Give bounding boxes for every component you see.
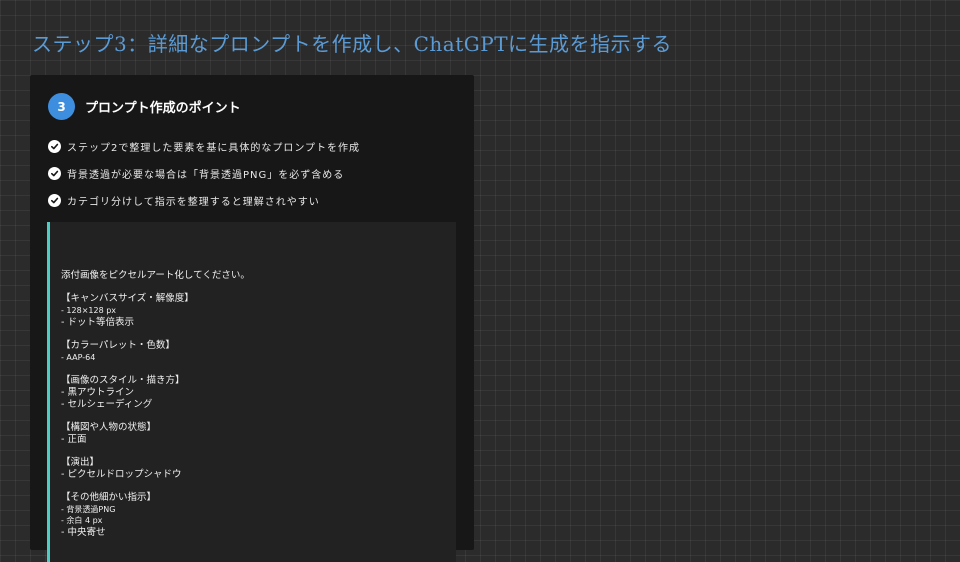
prompt-line: 【その他細かい指示】	[61, 492, 157, 504]
prompt-line: 【演出】	[61, 457, 100, 468]
point-list: ステップ2で整理した要素を基に具体的なプロンプトを作成 背景透過が必要な場合は「…	[48, 133, 360, 214]
point-item: 背景透過が必要な場合は「背景透過PNG」を必ず含める	[48, 160, 360, 187]
prompt-line: 【構図や人物の状態】	[61, 421, 157, 433]
point-item: カテゴリ分けして指示を整理すると理解されやすい	[48, 187, 360, 214]
prompt-line	[61, 445, 456, 457]
prompt-line: - 背景透過PNG	[61, 504, 116, 514]
prompt-line	[61, 328, 456, 340]
check-circle-icon	[48, 194, 61, 207]
prompt-line: - 中央寄せ	[61, 527, 106, 539]
point-text: ステップ2で整理した要素を基に具体的なプロンプトを作成	[67, 143, 361, 154]
prompt-line: 【画像のスタイル・描き方】	[61, 375, 185, 387]
prompt-line: - ピクセルドロップシャドウ	[61, 468, 182, 480]
prompt-line	[61, 282, 456, 294]
point-text: カテゴリ分けして指示を整理すると理解されやすい	[67, 197, 320, 208]
prompt-line: - 正面	[61, 433, 87, 445]
prompt-line: - 余白 4 px	[61, 516, 103, 526]
prompt-line	[61, 410, 456, 422]
prompt-line: 【カラーパレット・色数】	[61, 340, 175, 352]
prompt-line: - 黒アウトライン	[61, 386, 134, 398]
prompt-example-box: 添付画像をピクセルアート化してください。 【キャンバスサイズ・解像度】 - 12…	[47, 222, 456, 562]
step-heading: プロンプト作成のポイント	[85, 101, 241, 116]
step-panel: 3 プロンプト作成のポイント ステップ2で整理した要素を基に具体的なプロンプトを…	[30, 75, 474, 562]
prompt-line	[61, 480, 456, 492]
prompt-line: - ドット等倍表示	[61, 316, 134, 328]
step-number-badge: 3	[48, 93, 75, 120]
prompt-line: 【キャンバスサイズ・解像度】	[61, 293, 194, 305]
check-circle-icon	[48, 140, 61, 153]
prompt-line: - 128×128 px	[61, 306, 117, 316]
step-header: 3 プロンプト作成のポイント	[48, 93, 241, 120]
slide-title: ステップ3：詳細なプロンプトを作成し、ChatGPTに生成を指示する	[32, 32, 673, 56]
prompt-line: - セルシェーディング	[61, 398, 153, 410]
point-item: ステップ2で整理した要素を基に具体的なプロンプトを作成	[48, 133, 360, 160]
prompt-line: 添付画像をピクセルアート化してください。	[61, 270, 250, 281]
prompt-line	[61, 364, 456, 376]
point-text: 背景透過が必要な場合は「背景透過PNG」を必ず含める	[67, 170, 345, 181]
check-circle-icon	[48, 167, 61, 180]
prompt-line: - AAP-64	[61, 352, 96, 362]
